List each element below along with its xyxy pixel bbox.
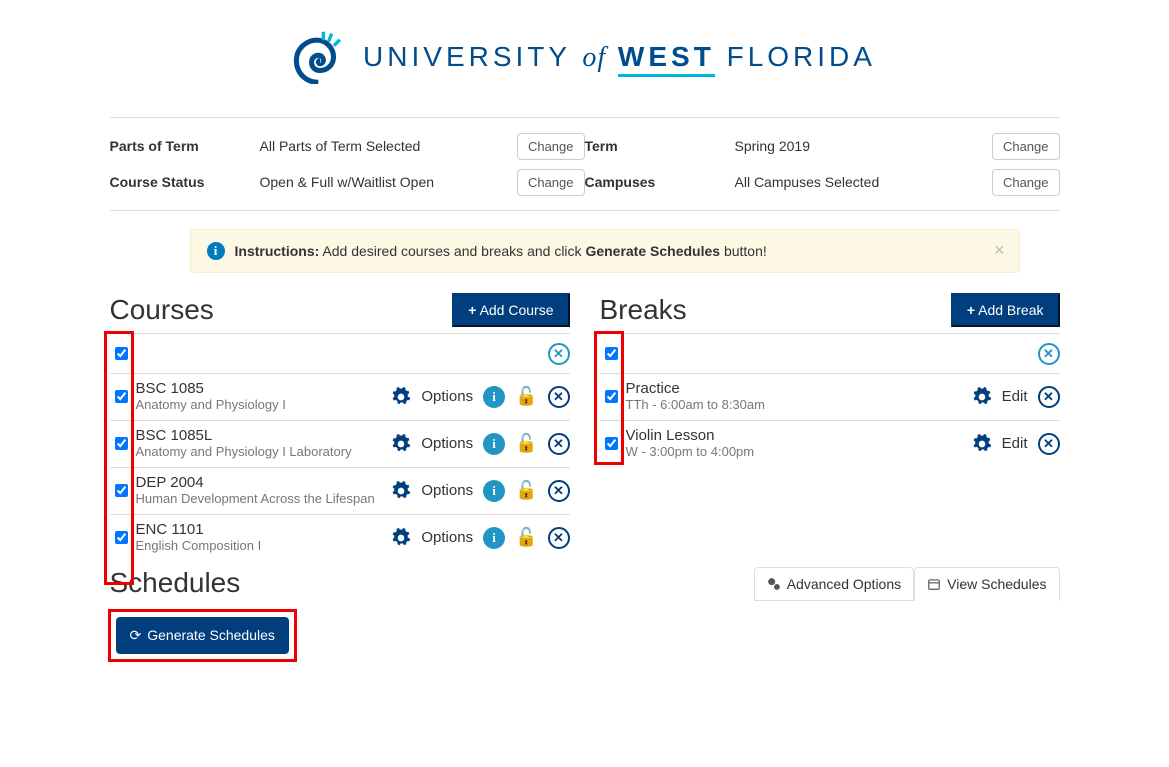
course-desc: Anatomy and Physiology I Laboratory [136, 444, 392, 461]
break-row: Practice TTh - 6:00am to 8:30am Edit ✕ [600, 373, 1060, 420]
gear-icon[interactable] [391, 387, 411, 407]
courses-title: Courses [110, 294, 214, 326]
term-change-button[interactable]: Change [992, 133, 1060, 160]
gears-icon [767, 577, 781, 591]
remove-course-icon[interactable]: ✕ [548, 433, 570, 455]
course-checkbox[interactable] [115, 484, 128, 497]
edit-link[interactable]: Edit [1002, 388, 1028, 405]
nautilus-icon [293, 30, 347, 84]
edit-link[interactable]: Edit [1002, 435, 1028, 452]
campuses-value: All Campuses Selected [735, 174, 992, 190]
calendar-icon [927, 577, 941, 591]
wordmark: UNIVERSITY of WEST FLORIDA [363, 41, 876, 74]
remove-course-icon[interactable]: ✕ [548, 386, 570, 408]
course-status-change-button[interactable]: Change [517, 169, 585, 196]
select-all-courses-checkbox[interactable] [115, 347, 128, 360]
options-link[interactable]: Options [421, 388, 473, 405]
info-icon[interactable]: i [483, 527, 505, 549]
course-status-value: Open & Full w/Waitlist Open [260, 174, 517, 190]
remove-break-icon[interactable]: ✕ [1038, 386, 1060, 408]
course-code: BSC 1085L [136, 427, 392, 444]
remove-break-icon[interactable]: ✕ [1038, 433, 1060, 455]
filters-bar: Parts of Term All Parts of Term Selected… [110, 117, 1060, 211]
gear-icon[interactable] [972, 387, 992, 407]
generate-schedules-button[interactable]: ⟳ Generate Schedules [116, 617, 289, 654]
term-label: Term [585, 138, 735, 154]
course-row: DEP 2004 Human Development Across the Li… [110, 467, 570, 514]
options-link[interactable]: Options [421, 435, 473, 452]
break-checkbox[interactable] [605, 390, 618, 403]
clear-all-courses-icon[interactable]: ✕ [548, 343, 570, 365]
lock-icon[interactable]: 🔓 [515, 433, 537, 454]
campuses-change-button[interactable]: Change [992, 169, 1060, 196]
add-course-button[interactable]: + Add Course [452, 293, 569, 327]
course-code: BSC 1085 [136, 380, 392, 397]
breaks-title: Breaks [600, 294, 687, 326]
lock-icon[interactable]: 🔓 [515, 386, 537, 407]
break-name: Violin Lesson [626, 427, 972, 444]
view-schedules-tab[interactable]: View Schedules [914, 567, 1059, 601]
course-checkbox[interactable] [115, 531, 128, 544]
course-checkbox[interactable] [115, 390, 128, 403]
course-status-label: Course Status [110, 174, 260, 190]
schedules-title: Schedules [110, 567, 241, 599]
gear-icon[interactable] [391, 434, 411, 454]
plus-icon: + [967, 302, 975, 318]
plus-icon: + [468, 302, 476, 318]
gear-icon[interactable] [391, 528, 411, 548]
options-link[interactable]: Options [421, 482, 473, 499]
parts-of-term-change-button[interactable]: Change [517, 133, 585, 160]
instructions-text: Instructions: Add desired courses and br… [235, 243, 767, 259]
course-desc: Anatomy and Physiology I [136, 397, 392, 414]
break-row: Violin Lesson W - 3:00pm to 4:00pm Edit … [600, 420, 1060, 467]
close-icon[interactable]: × [994, 240, 1005, 261]
break-checkbox[interactable] [605, 437, 618, 450]
course-code: ENC 1101 [136, 521, 392, 538]
break-time: W - 3:00pm to 4:00pm [626, 444, 972, 461]
instructions-alert: i Instructions: Add desired courses and … [190, 229, 1020, 273]
info-icon[interactable]: i [483, 433, 505, 455]
gear-icon[interactable] [972, 434, 992, 454]
info-icon[interactable]: i [483, 480, 505, 502]
info-icon: i [207, 242, 225, 260]
parts-of-term-value: All Parts of Term Selected [260, 138, 517, 154]
term-value: Spring 2019 [735, 138, 992, 154]
select-all-breaks-checkbox[interactable] [605, 347, 618, 360]
logo: UNIVERSITY of WEST FLORIDA [110, 10, 1060, 117]
course-row: ENC 1101 English Composition I Options i… [110, 514, 570, 561]
course-row: BSC 1085 Anatomy and Physiology I Option… [110, 373, 570, 420]
add-break-button[interactable]: + Add Break [951, 293, 1060, 327]
clear-all-breaks-icon[interactable]: ✕ [1038, 343, 1060, 365]
advanced-options-tab[interactable]: Advanced Options [754, 567, 914, 601]
annotation-highlight: ⟳ Generate Schedules [110, 611, 295, 660]
campuses-label: Campuses [585, 174, 735, 190]
lock-icon[interactable]: 🔓 [515, 527, 537, 548]
remove-course-icon[interactable]: ✕ [548, 527, 570, 549]
break-name: Practice [626, 380, 972, 397]
remove-course-icon[interactable]: ✕ [548, 480, 570, 502]
course-code: DEP 2004 [136, 474, 392, 491]
lock-icon[interactable]: 🔓 [515, 480, 537, 501]
course-desc: Human Development Across the Lifespan [136, 491, 392, 508]
break-time: TTh - 6:00am to 8:30am [626, 397, 972, 414]
refresh-icon: ⟳ [130, 627, 142, 644]
options-link[interactable]: Options [421, 529, 473, 546]
parts-of-term-label: Parts of Term [110, 138, 260, 154]
course-row: BSC 1085L Anatomy and Physiology I Labor… [110, 420, 570, 467]
info-icon[interactable]: i [483, 386, 505, 408]
course-desc: English Composition I [136, 538, 392, 555]
gear-icon[interactable] [391, 481, 411, 501]
course-checkbox[interactable] [115, 437, 128, 450]
